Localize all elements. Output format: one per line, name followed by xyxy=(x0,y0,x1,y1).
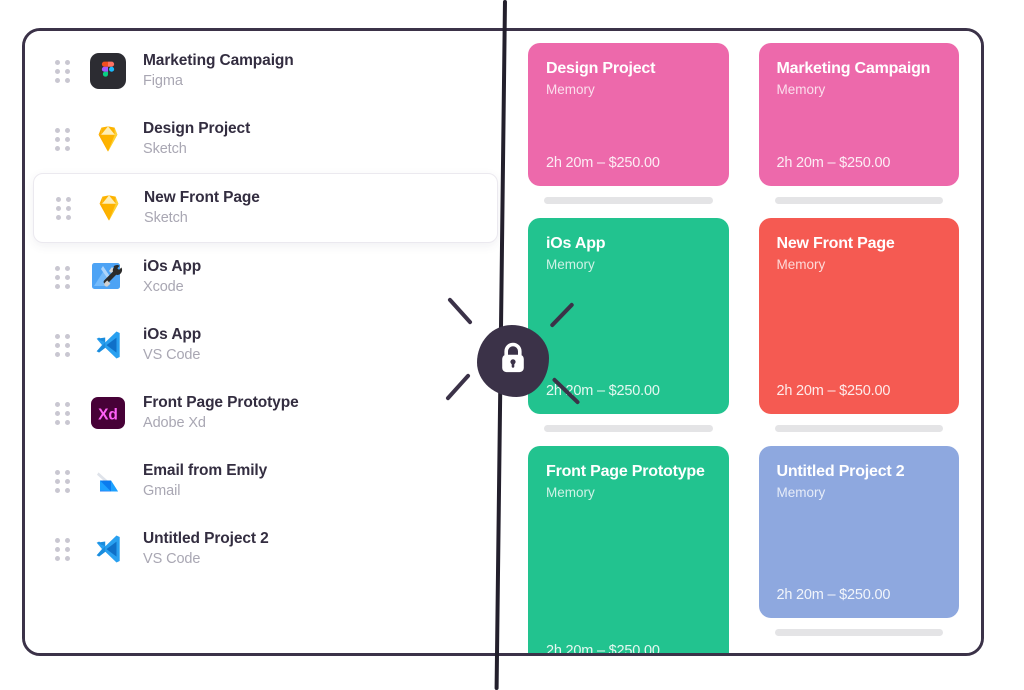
memory-card[interactable]: Front Page Prototype Memory 2h 20m – $250.… xyxy=(528,446,729,656)
project-app-name: Adobe Xd xyxy=(143,414,206,431)
project-title: Marketing Campaign xyxy=(143,51,294,69)
gmail-icon xyxy=(89,462,127,500)
project-list-item[interactable]: Untitled Project 2 VS Code xyxy=(33,515,498,583)
memory-card-slot: Front Page Prototype Memory 2h 20m – $250.… xyxy=(528,446,729,656)
project-list-item-text: iOs App VS Code xyxy=(143,325,201,366)
project-list-item[interactable]: Xd Front Page Prototype Adobe Xd xyxy=(33,379,498,447)
memory-card-progress-bar xyxy=(544,197,713,204)
memory-card-duration-cost: 2h 20m – $250.00 xyxy=(546,155,660,171)
memory-card-subtitle: Memory xyxy=(776,82,826,97)
memory-card-duration-cost: 2h 20m – $250.00 xyxy=(776,383,891,399)
memory-card-subtitle: Memory xyxy=(546,485,595,500)
memory-card-slot: Marketing Campaign Memory 2h 20m – $250.00 xyxy=(758,43,959,218)
project-list-item[interactable]: Email from Emily Gmail xyxy=(33,447,498,515)
memory-card-slot: iOs App Memory 2h 20m – $250.00 xyxy=(528,218,729,446)
project-list-item[interactable]: iOs App VS Code xyxy=(33,311,498,379)
figma-icon xyxy=(89,52,127,90)
adobe-xd-icon: Xd xyxy=(89,394,127,432)
memory-card-subtitle: Memory xyxy=(546,257,595,272)
drag-handle-icon[interactable] xyxy=(55,333,71,357)
drag-handle-icon[interactable] xyxy=(55,127,71,151)
vscode-icon xyxy=(89,326,127,364)
memory-card[interactable]: Untitled Project 2 Memory 2h 20m – $250.00 xyxy=(758,446,959,618)
project-title: Email from Emily xyxy=(143,461,268,479)
project-list-item-text: Email from Emily Gmail xyxy=(143,461,267,502)
memory-card-slot: New Front Page Memory 2h 20m – $250.00 xyxy=(758,218,959,446)
project-list-item-text: iOs App Xcode xyxy=(143,257,201,298)
drag-handle-icon[interactable] xyxy=(56,196,72,220)
xcode-icon xyxy=(89,258,127,296)
memory-card-title: iOs App xyxy=(546,235,606,252)
project-list: Marketing Campaign Figma Design Project Ske… xyxy=(25,31,506,653)
memory-card-progress-bar xyxy=(774,197,943,204)
memory-card-duration-cost: 2h 20m – $250.00 xyxy=(776,155,891,171)
drag-handle-icon[interactable] xyxy=(55,59,71,83)
lock-badge[interactable]: Locked xyxy=(477,325,549,397)
project-title: Untitled Project 2 xyxy=(143,529,269,547)
memory-card-progress-bar xyxy=(774,425,943,432)
memory-card-progress-bar xyxy=(544,425,713,432)
memory-card-title: Front Page Prototype xyxy=(546,463,705,480)
memory-card-subtitle: Memory xyxy=(546,82,595,97)
project-title: Design Project xyxy=(143,119,251,137)
vscode-icon xyxy=(89,530,127,568)
project-app-name: VS Code xyxy=(143,346,201,363)
project-app-name: Gmail xyxy=(143,482,181,499)
drag-handle-icon[interactable] xyxy=(55,537,71,561)
project-app-name: Figma xyxy=(143,72,183,89)
memory-card-progress-bar xyxy=(774,629,943,636)
memory-card-duration-cost: 2h 20m – $250.00 xyxy=(546,643,660,656)
project-title: Front Page Prototype xyxy=(143,393,299,411)
project-title: iOs App xyxy=(143,257,202,275)
project-list-item[interactable]: Marketing Campaign Figma xyxy=(33,37,498,105)
project-list-item[interactable]: New Front Page Sketch xyxy=(33,173,498,243)
lock-icon xyxy=(498,342,528,381)
memory-card-title: Untitled Project 2 xyxy=(776,463,905,480)
memory-card-title: Design Project xyxy=(546,60,656,77)
memory-card-duration-cost: 2h 20m – $250.00 xyxy=(776,587,891,603)
project-app-name: Sketch xyxy=(143,140,187,157)
drag-handle-icon[interactable] xyxy=(55,469,71,493)
project-list-item-text: Untitled Project 2 VS Code xyxy=(143,529,269,570)
lock-badge-label: Locked xyxy=(477,325,478,326)
svg-text:Xd: Xd xyxy=(98,407,118,424)
memory-card-title: New Front Page xyxy=(776,235,895,252)
project-app-name: Sketch xyxy=(144,209,188,226)
memory-card-subtitle: Memory xyxy=(776,257,826,272)
sketch-icon xyxy=(90,189,128,227)
project-app-name: VS Code xyxy=(143,550,201,567)
memory-card-subtitle: Memory xyxy=(776,485,826,500)
project-app-name: Xcode xyxy=(143,278,184,295)
memory-card-slot: Untitled Project 2 Memory 2h 20m – $250.00 xyxy=(758,446,959,653)
project-title: New Front Page xyxy=(144,188,260,206)
project-title: iOs App xyxy=(143,325,202,343)
memory-card[interactable]: New Front Page Memory 2h 20m – $250.00 xyxy=(758,218,959,414)
project-list-item-text: Front Page Prototype Adobe Xd xyxy=(143,393,299,434)
project-list-item-text: Design Project Sketch xyxy=(143,119,250,160)
project-list-item[interactable]: Design Project Sketch xyxy=(33,105,498,173)
memory-card[interactable]: Marketing Campaign Memory 2h 20m – $250.00 xyxy=(758,43,959,186)
project-list-item-text: Marketing Campaign Figma xyxy=(143,51,294,92)
project-list-item[interactable]: iOs App Xcode xyxy=(33,243,498,311)
memory-card-title: Marketing Campaign xyxy=(776,60,931,77)
memory-cards-grid: Design Project Memory 2h 20m – $250.00 Mark… xyxy=(506,31,981,653)
memory-card[interactable]: Design Project Memory 2h 20m – $250.00 xyxy=(528,43,729,186)
sketch-icon xyxy=(89,120,127,158)
memory-card-slot: Design Project Memory 2h 20m – $250.00 xyxy=(528,43,729,218)
project-list-item-text: New Front Page Sketch xyxy=(144,188,260,229)
drag-handle-icon[interactable] xyxy=(55,265,71,289)
drag-handle-icon[interactable] xyxy=(55,401,71,425)
